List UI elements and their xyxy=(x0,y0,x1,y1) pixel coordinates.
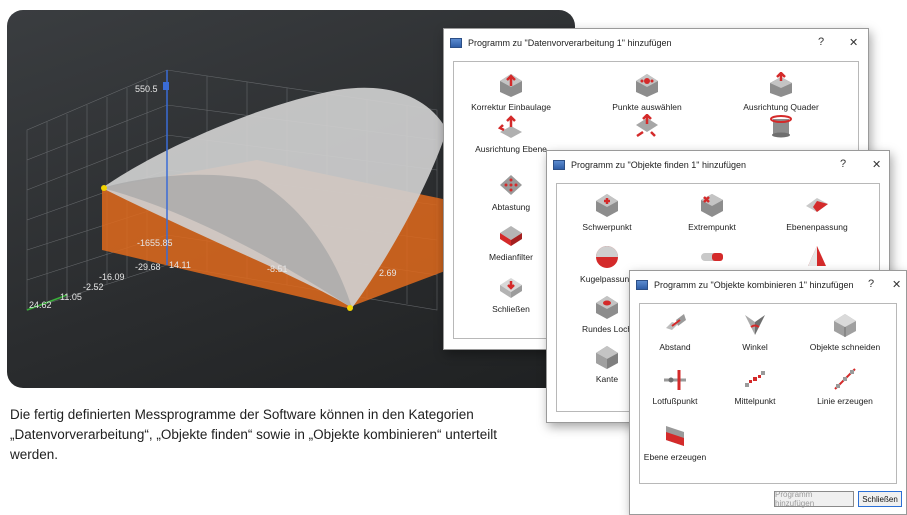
program-item-abstand[interactable]: Abstand xyxy=(630,312,720,352)
help-button[interactable]: ? xyxy=(840,158,846,170)
dialog-title: Programm zu "Datenvorverarbeitung 1" hin… xyxy=(468,38,672,48)
edge-icon xyxy=(594,344,620,370)
axis-tick-label: 2.69 xyxy=(379,268,397,278)
program-item-objekte-schneiden[interactable]: Objekte schneiden xyxy=(795,312,895,352)
close-holes-icon xyxy=(498,274,524,300)
close-button[interactable]: ✕ xyxy=(892,278,901,291)
round-hole-icon xyxy=(594,294,620,320)
plane-fit-icon xyxy=(804,192,830,218)
box-align-icon xyxy=(768,71,794,98)
dialog-titlebar[interactable]: Programm zu "Objekte finden 1" hinzufüge… xyxy=(547,151,889,179)
program-item-linie-erzeugen[interactable]: Linie erzeugen xyxy=(795,366,895,406)
program-item-korrektur-einbaulage[interactable]: Korrektur Einbaulage xyxy=(456,72,566,112)
sampling-icon xyxy=(498,172,524,198)
plane-align-icon xyxy=(497,114,524,140)
close-button[interactable]: ✕ xyxy=(849,36,858,49)
distance-icon xyxy=(662,312,688,338)
centroid-icon xyxy=(594,192,620,218)
cylinder-align-icon xyxy=(768,114,794,140)
z-axis-max-label: 550.5 xyxy=(135,84,158,94)
program-item-schwerpunkt[interactable]: Schwerpunkt xyxy=(552,192,662,232)
dialog-objekte-kombinieren[interactable]: Programm zu "Objekte kombinieren 1" hinz… xyxy=(629,270,907,515)
perpendicular-foot-icon xyxy=(662,366,688,392)
program-item-transform[interactable] xyxy=(592,113,702,144)
app-icon xyxy=(553,160,565,170)
program-list: Abstand Winkel Objekte schneiden Lotfußp… xyxy=(639,303,897,484)
axis-tick-label: -16.09 xyxy=(99,272,125,282)
intersect-icon xyxy=(832,312,858,338)
app-icon xyxy=(450,38,462,48)
sphere-fit-icon xyxy=(594,244,620,270)
axis-tick-label: 11.05 xyxy=(60,292,82,302)
midpoint-icon xyxy=(742,366,768,392)
dialog-titlebar[interactable]: Programm zu "Datenvorverarbeitung 1" hin… xyxy=(444,29,868,57)
help-button[interactable]: ? xyxy=(818,36,824,48)
transform-icon xyxy=(634,113,660,140)
program-item-ausrichtung-quader[interactable]: Ausrichtung Quader xyxy=(726,71,836,112)
median-filter-icon xyxy=(498,222,524,248)
extreme-point-icon xyxy=(699,192,725,218)
caption-text: Die fertig definierten Messprogramme der… xyxy=(10,407,497,462)
marker-point xyxy=(101,185,107,191)
create-plane-icon xyxy=(662,422,688,448)
axis-tick-label: -8.51 xyxy=(267,264,288,274)
help-button[interactable]: ? xyxy=(868,278,874,290)
program-item-ebenenpassung[interactable]: Ebenenpassung xyxy=(762,192,872,232)
add-program-button[interactable]: Programm hinzufügen xyxy=(774,490,854,508)
axis-tick-label: -1655.85 xyxy=(137,238,173,248)
dialog-title: Programm zu "Objekte finden 1" hinzufüge… xyxy=(571,160,746,170)
program-item-extrempunkt[interactable]: Extrempunkt xyxy=(657,192,767,232)
dialog-title: Programm zu "Objekte kombinieren 1" hinz… xyxy=(654,280,854,290)
create-line-icon xyxy=(832,366,858,392)
axis-tick-label: 24.62 xyxy=(29,300,52,310)
program-item-ausrichtung-ebene[interactable]: Ausrichtung Ebene xyxy=(456,114,566,154)
program-item-lotfusspunkt[interactable]: Lotfußpunkt xyxy=(630,366,720,406)
app-icon xyxy=(636,280,648,290)
close-button[interactable]: ✕ xyxy=(872,158,881,171)
marker-point xyxy=(347,305,353,311)
program-item-ebene-erzeugen[interactable]: Ebene erzeugen xyxy=(630,422,720,462)
correction-icon xyxy=(498,72,524,98)
cylinder-fit-icon xyxy=(699,244,725,270)
axis-tick-label: -2.52 xyxy=(83,282,104,292)
program-item-punkte-auswaehlen[interactable]: Punkte auswählen xyxy=(592,72,702,112)
close-dialog-button[interactable]: Schließen xyxy=(858,491,902,507)
points-select-icon xyxy=(634,72,660,98)
program-item-cylinder-align[interactable] xyxy=(726,114,836,144)
cone-fit-icon xyxy=(804,244,830,270)
angle-icon xyxy=(742,312,768,338)
program-item-mittelpunkt[interactable]: Mittelpunkt xyxy=(710,366,800,406)
program-item-winkel[interactable]: Winkel xyxy=(710,312,800,352)
axis-tick-label: 14.11 xyxy=(169,260,191,270)
dialog-titlebar[interactable]: Programm zu "Objekte kombinieren 1" hinz… xyxy=(630,271,906,299)
axis-tick-label: -29.68 xyxy=(135,262,161,272)
